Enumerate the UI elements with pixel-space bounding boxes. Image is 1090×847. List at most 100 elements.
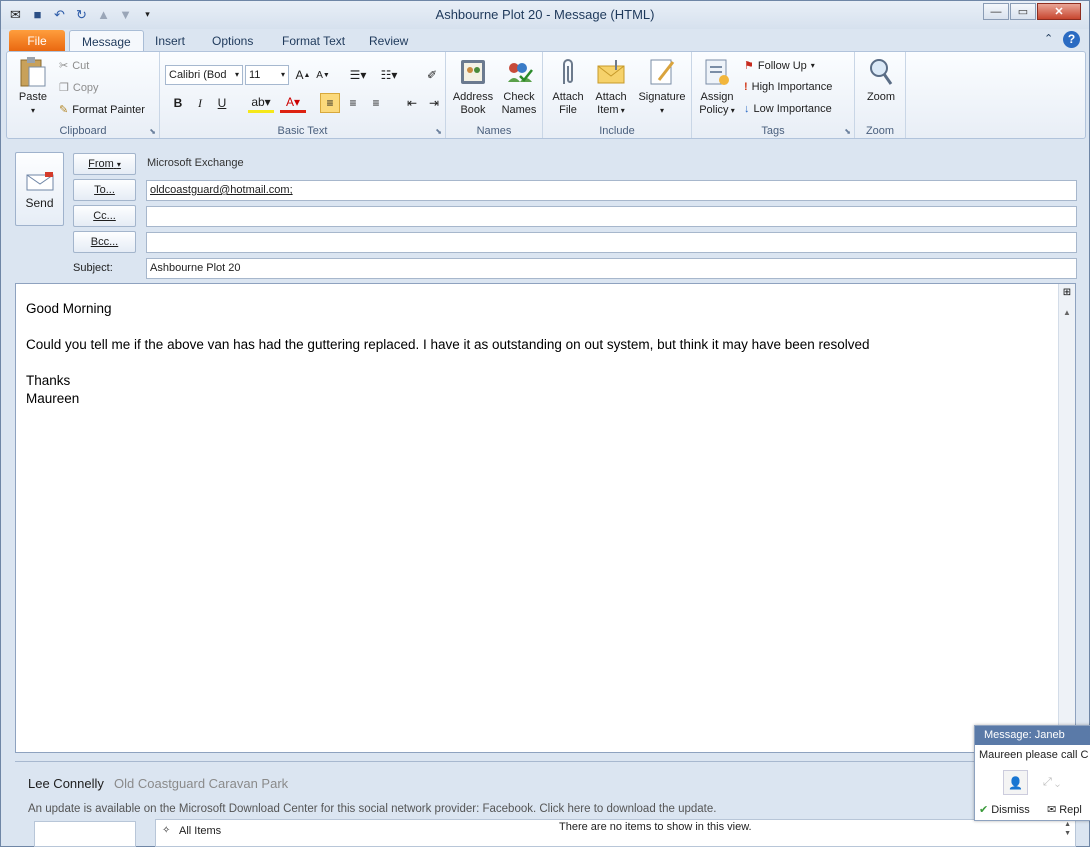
clipboard-launcher-icon[interactable]: ⬊ bbox=[149, 127, 156, 136]
scroll-arrows-icon[interactable]: ▲ ▼ bbox=[1064, 820, 1071, 838]
body-line: Maureen bbox=[26, 391, 80, 406]
check-names-icon bbox=[508, 63, 533, 82]
increase-indent-icon[interactable]: ⇥ bbox=[424, 93, 444, 113]
brush-icon: ✎ bbox=[59, 104, 69, 116]
include-group: Attach File Attach Item ▾ Signature ▾ Inc… bbox=[543, 52, 692, 138]
alert-header: Message: Janeb bbox=[975, 726, 1090, 745]
underline-button[interactable]: U bbox=[212, 93, 232, 113]
maximize-button[interactable]: ▭ bbox=[1010, 3, 1036, 20]
address-book-icon bbox=[461, 60, 485, 84]
body-line: Could you tell me if the above van has h… bbox=[26, 337, 870, 352]
ruler-toggle-icon[interactable]: ⊞ bbox=[1059, 284, 1075, 304]
from-value: Microsoft Exchange bbox=[147, 157, 244, 169]
update-notice[interactable]: An update is available on the Microsoft … bbox=[28, 803, 716, 815]
message-body-editor[interactable]: Good Morning Could you tell me if the ab… bbox=[15, 283, 1076, 753]
scroll-up-icon[interactable]: ▲ bbox=[1059, 304, 1075, 320]
highlight-icon[interactable]: ab▾ bbox=[248, 93, 274, 113]
all-items-filter[interactable]: All Items bbox=[179, 825, 221, 837]
contact-company: Old Coastguard Caravan Park bbox=[114, 776, 289, 791]
vertical-scrollbar[interactable]: ⊞ ▲ bbox=[1058, 284, 1075, 752]
magnifier-icon bbox=[870, 59, 893, 85]
people-photo-placeholder bbox=[34, 821, 136, 847]
title-bar: ✉ ■ ↶ ↻ ▲ ▼ ▾ Ashbourne Plot 20 - Messag… bbox=[1, 1, 1089, 29]
follow-up-button[interactable]: ⚑ Follow Up ▾ bbox=[744, 59, 815, 73]
envelope-icon bbox=[597, 60, 625, 84]
tab-format-text[interactable]: Format Text bbox=[270, 30, 357, 52]
reply-button[interactable]: ✉ Repl bbox=[1047, 803, 1082, 817]
font-name-combo[interactable]: Calibri (Bod ▾ bbox=[165, 65, 243, 85]
send-button[interactable]: Send bbox=[15, 152, 64, 226]
flag-icon: ⚑ bbox=[744, 60, 754, 72]
paperclip-icon bbox=[563, 59, 573, 84]
decrease-indent-icon[interactable]: ⇤ bbox=[402, 93, 422, 113]
font-launcher-icon[interactable]: ⬊ bbox=[435, 127, 442, 136]
shrink-font-icon[interactable]: A ▼ bbox=[313, 65, 333, 85]
from-button[interactable]: From ▾ bbox=[73, 153, 136, 175]
dismiss-icon: ✔ bbox=[979, 804, 989, 816]
to-field[interactable]: oldcoastguard@hotmail.com; bbox=[146, 180, 1077, 201]
signature-icon bbox=[650, 59, 675, 85]
chevron-down-icon: ▾ bbox=[280, 70, 285, 79]
align-left-icon[interactable]: ≡ bbox=[320, 93, 340, 113]
high-importance-button[interactable]: ! High Importance bbox=[744, 81, 832, 93]
bullets-icon[interactable]: ☰▾ bbox=[345, 65, 371, 85]
zoom-button[interactable]: Zoom bbox=[859, 56, 903, 104]
align-right-icon[interactable]: ≡ bbox=[366, 93, 386, 113]
contact-name[interactable]: Lee Connelly bbox=[28, 776, 104, 791]
tab-message[interactable]: Message bbox=[69, 30, 144, 52]
bold-button[interactable]: B bbox=[168, 93, 188, 113]
low-importance-button[interactable]: ↓ Low Importance bbox=[744, 103, 832, 115]
address-book-button[interactable]: Address Book bbox=[450, 56, 496, 117]
policy-icon bbox=[705, 59, 729, 85]
help-icon[interactable]: ? bbox=[1063, 31, 1080, 48]
names-group: Address Book Check Names Names bbox=[446, 52, 543, 138]
dismiss-button[interactable]: ✔ Dismiss bbox=[979, 803, 1030, 817]
body-line bbox=[26, 318, 1065, 336]
tags-launcher-icon[interactable]: ⬊ bbox=[844, 127, 851, 136]
signature-button[interactable]: Signature ▾ bbox=[635, 56, 689, 117]
scissors-icon: ✂ bbox=[59, 60, 69, 72]
alert-text: Maureen please call C bbox=[979, 749, 1089, 761]
expand-icon[interactable]: ⤢ ⌄ bbox=[1043, 776, 1060, 789]
tab-insert[interactable]: Insert bbox=[143, 30, 197, 52]
subject-field[interactable]: Ashbourne Plot 20 bbox=[146, 258, 1077, 279]
attach-file-button[interactable]: Attach File bbox=[547, 56, 589, 117]
bcc-field[interactable] bbox=[146, 232, 1077, 253]
check-names-button[interactable]: Check Names bbox=[498, 56, 540, 117]
all-items-icon[interactable]: ✧ bbox=[162, 825, 170, 836]
numbering-icon[interactable]: ☷▾ bbox=[376, 65, 402, 85]
attach-item-button[interactable]: Attach Item ▾ bbox=[589, 56, 633, 117]
body-line: Thanks bbox=[26, 373, 71, 388]
font-color-icon[interactable]: A▾ bbox=[280, 93, 306, 113]
to-button[interactable]: To... bbox=[73, 179, 136, 201]
zoom-group: Zoom Zoom bbox=[855, 52, 906, 138]
paste-button[interactable]: Paste ▾ bbox=[13, 56, 53, 117]
grow-font-icon[interactable]: A ▲ bbox=[293, 65, 313, 85]
copy-button[interactable]: ❐ Copy bbox=[59, 81, 99, 95]
tab-options[interactable]: Options bbox=[200, 30, 265, 52]
minimize-ribbon-icon[interactable]: ⌃ bbox=[1044, 32, 1053, 45]
cc-field[interactable] bbox=[146, 206, 1077, 227]
tab-review[interactable]: Review bbox=[357, 30, 420, 52]
down-arrow-icon: ↓ bbox=[744, 103, 750, 115]
minimize-button[interactable]: — bbox=[983, 3, 1009, 20]
desktop-alert[interactable]: Message: Janeb Maureen please call C 👤 ⤢… bbox=[974, 725, 1090, 821]
tab-file[interactable]: File bbox=[9, 30, 65, 52]
assign-policy-button[interactable]: Assign Policy ▾ bbox=[696, 56, 738, 117]
ribbon: Paste ▾ ✂ Cut ❐ Copy ✎ Format Painter Clipbo… bbox=[6, 51, 1086, 139]
format-painter-button[interactable]: ✎ Format Painter bbox=[59, 103, 145, 117]
close-button[interactable]: ✕ bbox=[1037, 3, 1081, 20]
cut-button[interactable]: ✂ Cut bbox=[59, 59, 89, 73]
ribbon-tabs: File Message Insert Options Format Text … bbox=[1, 28, 1089, 52]
basic-text-group: Calibri (Bod ▾ 11 ▾ A ▲ A ▼ ☰▾ ☷▾ ✐ B I U ab… bbox=[160, 52, 446, 138]
align-center-icon[interactable]: ≡ bbox=[343, 93, 363, 113]
window-controls: — ▭ ✕ bbox=[982, 3, 1081, 20]
clear-formatting-icon[interactable]: ✐ bbox=[422, 65, 442, 85]
bcc-button[interactable]: Bcc... bbox=[73, 231, 136, 253]
font-size-combo[interactable]: 11 ▾ bbox=[245, 65, 289, 85]
people-pane: Lee Connelly Old Coastguard Caravan Park… bbox=[15, 761, 1076, 847]
recipient-chip[interactable]: oldcoastguard@hotmail.com; bbox=[150, 184, 293, 196]
send-envelope-icon bbox=[26, 172, 53, 191]
italic-button[interactable]: I bbox=[190, 93, 210, 113]
cc-button[interactable]: Cc... bbox=[73, 205, 136, 227]
